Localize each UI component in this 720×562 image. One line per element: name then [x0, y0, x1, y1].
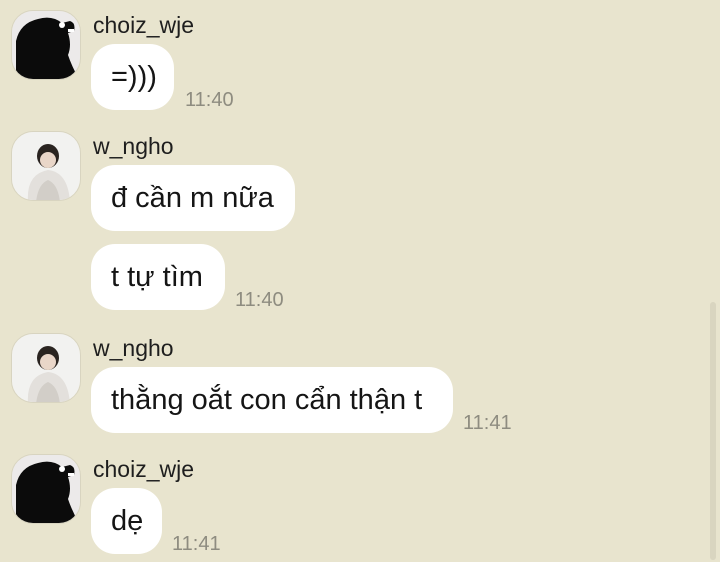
scrollbar[interactable] [710, 302, 716, 560]
sender-name: choiz_wje [93, 12, 194, 38]
message-bubble[interactable]: thằng oắt con cẩn thận t [91, 367, 453, 433]
sender-name: w_ngho [93, 133, 174, 159]
avatar-choiz-wje[interactable] [11, 454, 81, 524]
message-time: 11:40 [235, 289, 284, 311]
message-time: 11:41 [172, 533, 221, 555]
message-time: 11:41 [463, 412, 512, 434]
message-time: 11:40 [185, 89, 234, 111]
message-bubble[interactable]: đ cần m nữa [91, 165, 295, 231]
chat-messages[interactable]: choiz_wje =))) 11:40 w_ngho đ cần m nữa … [0, 0, 720, 562]
avatar-choiz-wje[interactable] [11, 10, 81, 80]
message-bubble[interactable]: =))) [91, 44, 174, 110]
sender-name: w_ngho [93, 335, 174, 361]
message-bubble[interactable]: t tự tìm [91, 244, 225, 310]
avatar-w-ngho[interactable] [11, 333, 81, 403]
sender-name: choiz_wje [93, 456, 194, 482]
avatar-w-ngho[interactable] [11, 131, 81, 201]
message-bubble[interactable]: dẹ [91, 488, 162, 554]
